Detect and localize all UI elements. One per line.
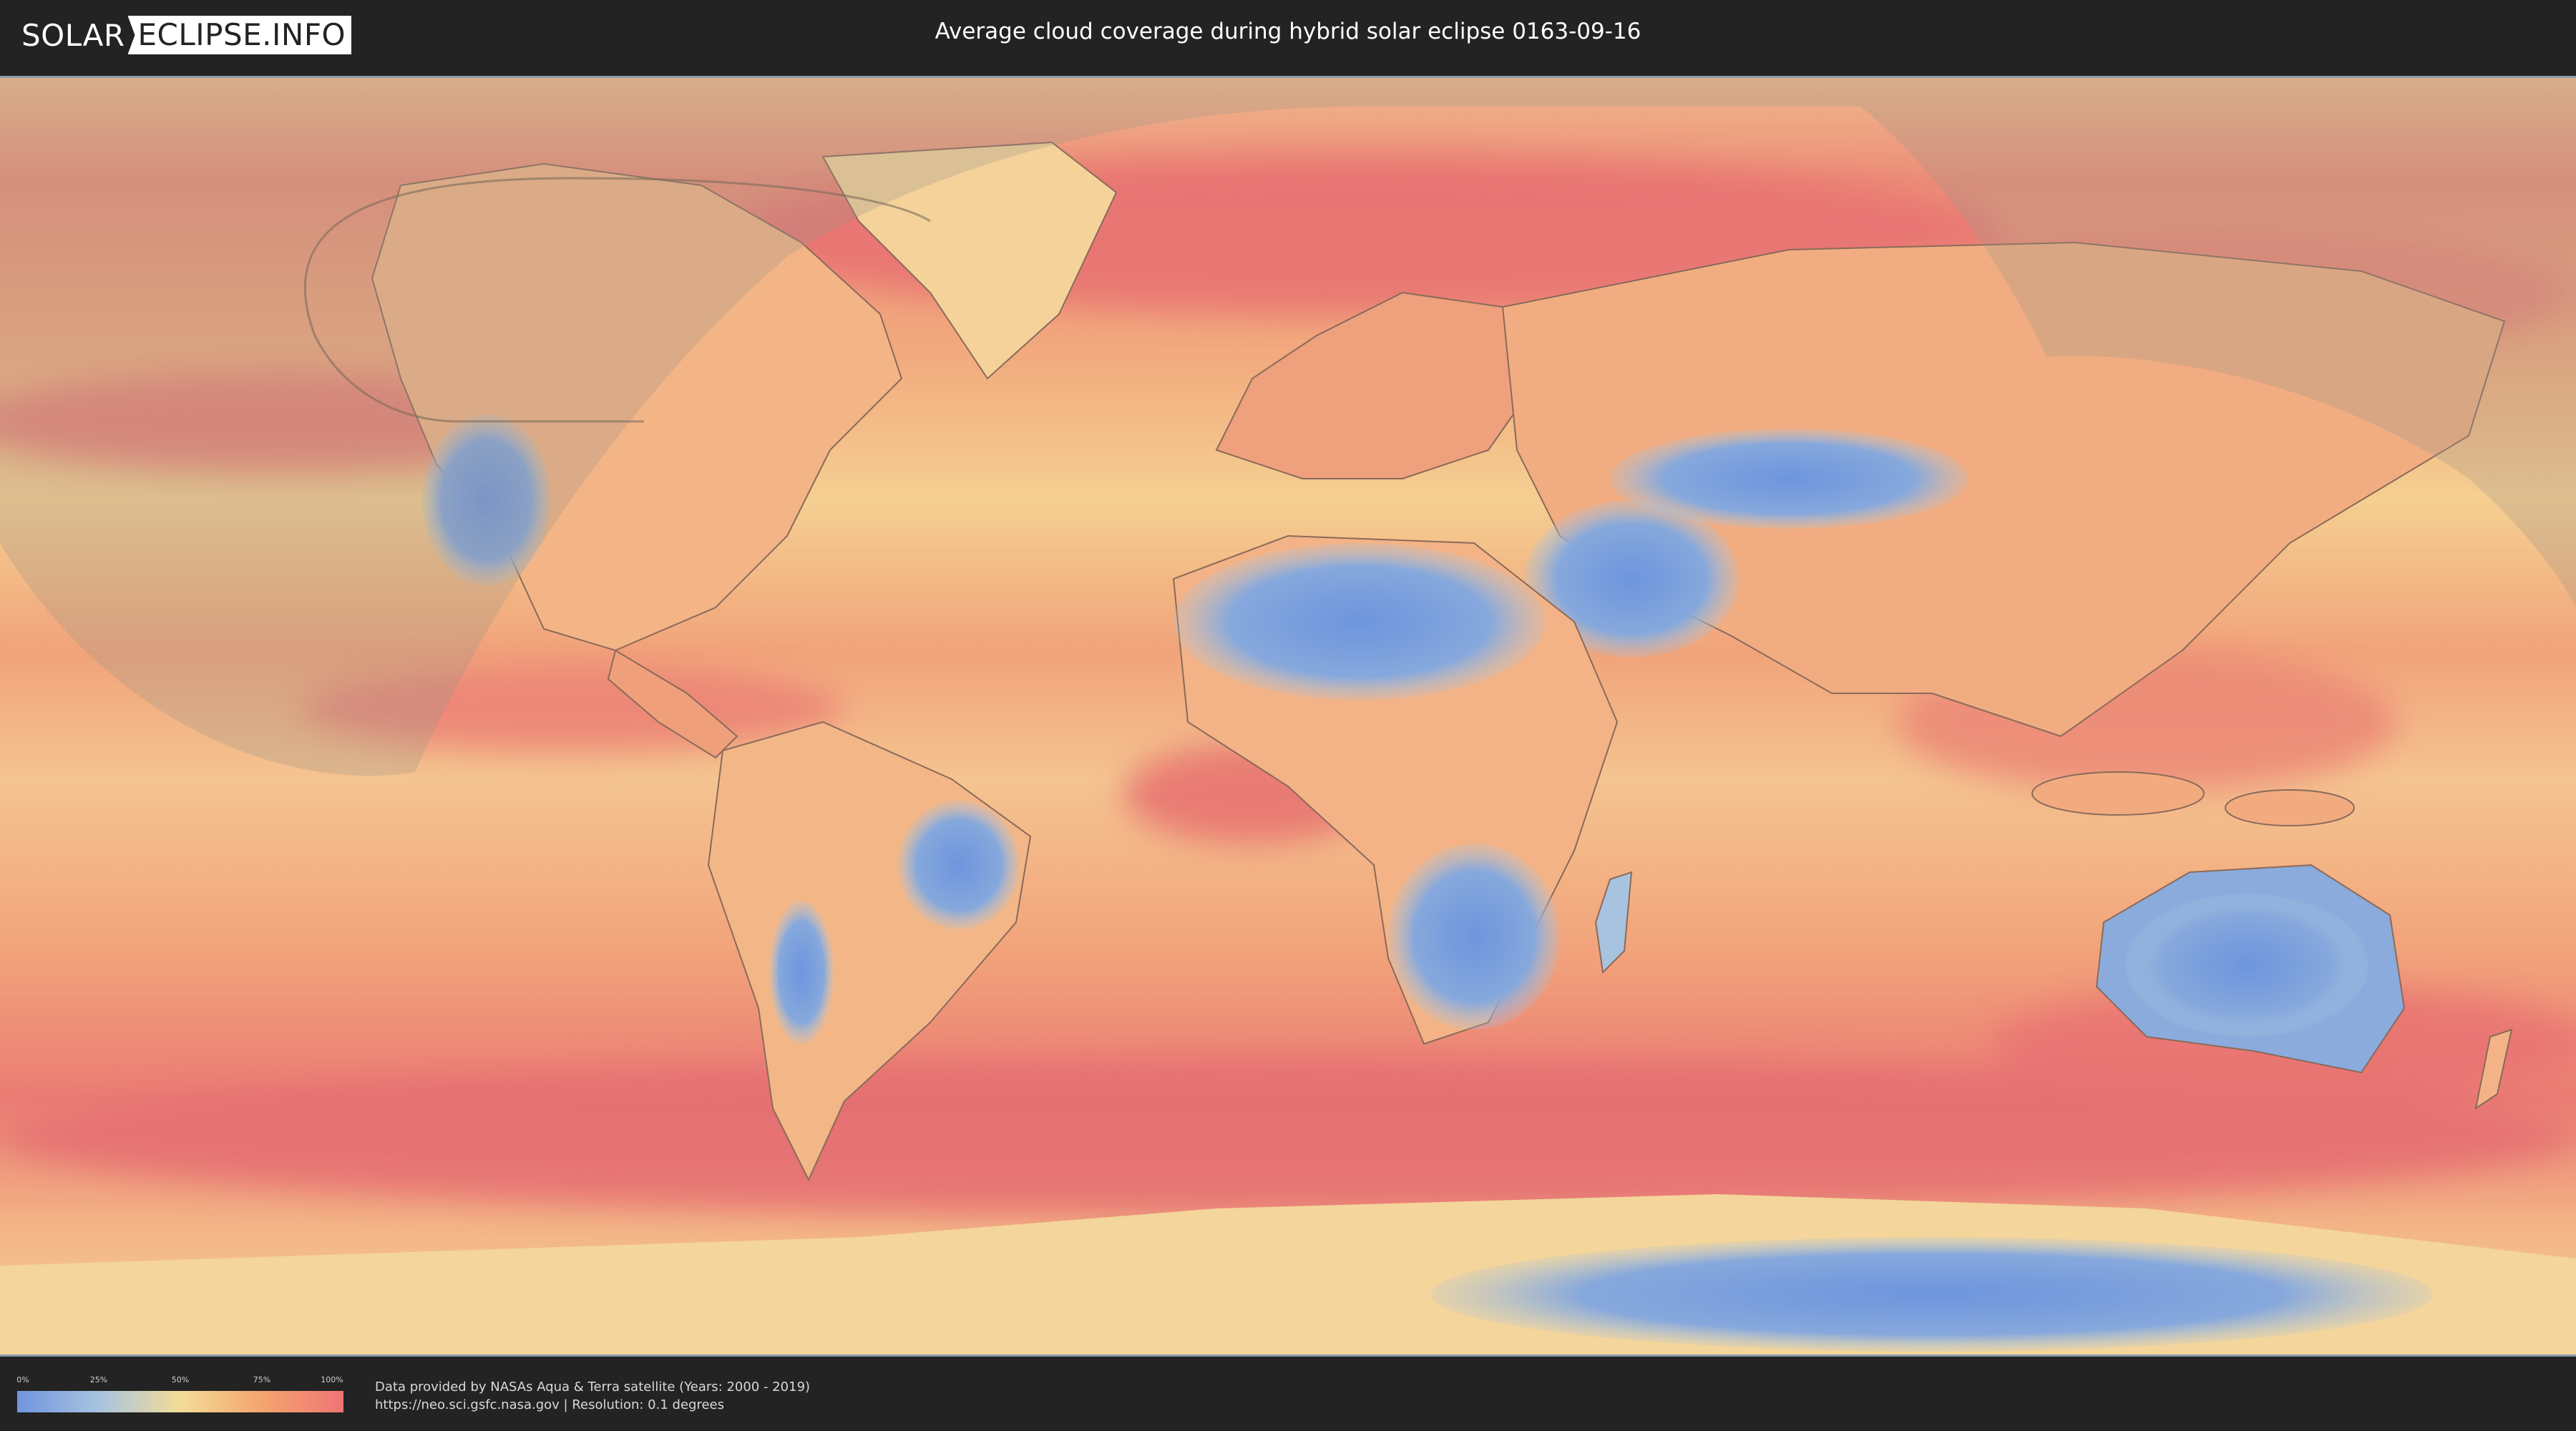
clear-sky-australia xyxy=(2125,894,2368,1037)
cloud-coverage-map xyxy=(0,76,2576,1357)
island-new-guinea xyxy=(2225,789,2355,826)
legend-tick-25: 25% xyxy=(89,1375,108,1384)
legend-ticks: 0% 25% 50% 75% 100% xyxy=(16,1375,343,1387)
credits-line-2: https://neo.sci.gsfc.nasa.gov | Resoluti… xyxy=(375,1397,724,1412)
legend-tick-75: 75% xyxy=(253,1375,271,1384)
clear-sky-southern-africa xyxy=(1388,844,1560,1030)
cloud-coverage-legend: 0% 25% 50% 75% 100% xyxy=(16,1375,343,1415)
page-title: Average cloud coverage during hybrid sol… xyxy=(935,19,1641,44)
legend-tick-0: 0% xyxy=(16,1375,29,1384)
world-map-svg xyxy=(0,78,2576,1354)
legend-tick-50: 50% xyxy=(171,1375,190,1384)
clear-sky-andes xyxy=(769,901,834,1044)
header-bar: SOLAR ECLIPSE.INFO Average cloud coverag… xyxy=(0,0,2576,73)
clear-sky-brazil xyxy=(898,801,1020,929)
clear-sky-antarctica xyxy=(1431,1237,2433,1352)
credits-line-1: Data provided by NASAs Aqua & Terra sate… xyxy=(375,1379,811,1395)
legend-color-bar xyxy=(17,1391,343,1412)
clear-sky-sahara xyxy=(1174,543,1546,700)
legend-tick-100: 100% xyxy=(321,1375,343,1384)
data-credits: Data provided by NASAs Aqua & Terra sate… xyxy=(375,1378,810,1414)
islands-indonesia xyxy=(2031,771,2205,816)
